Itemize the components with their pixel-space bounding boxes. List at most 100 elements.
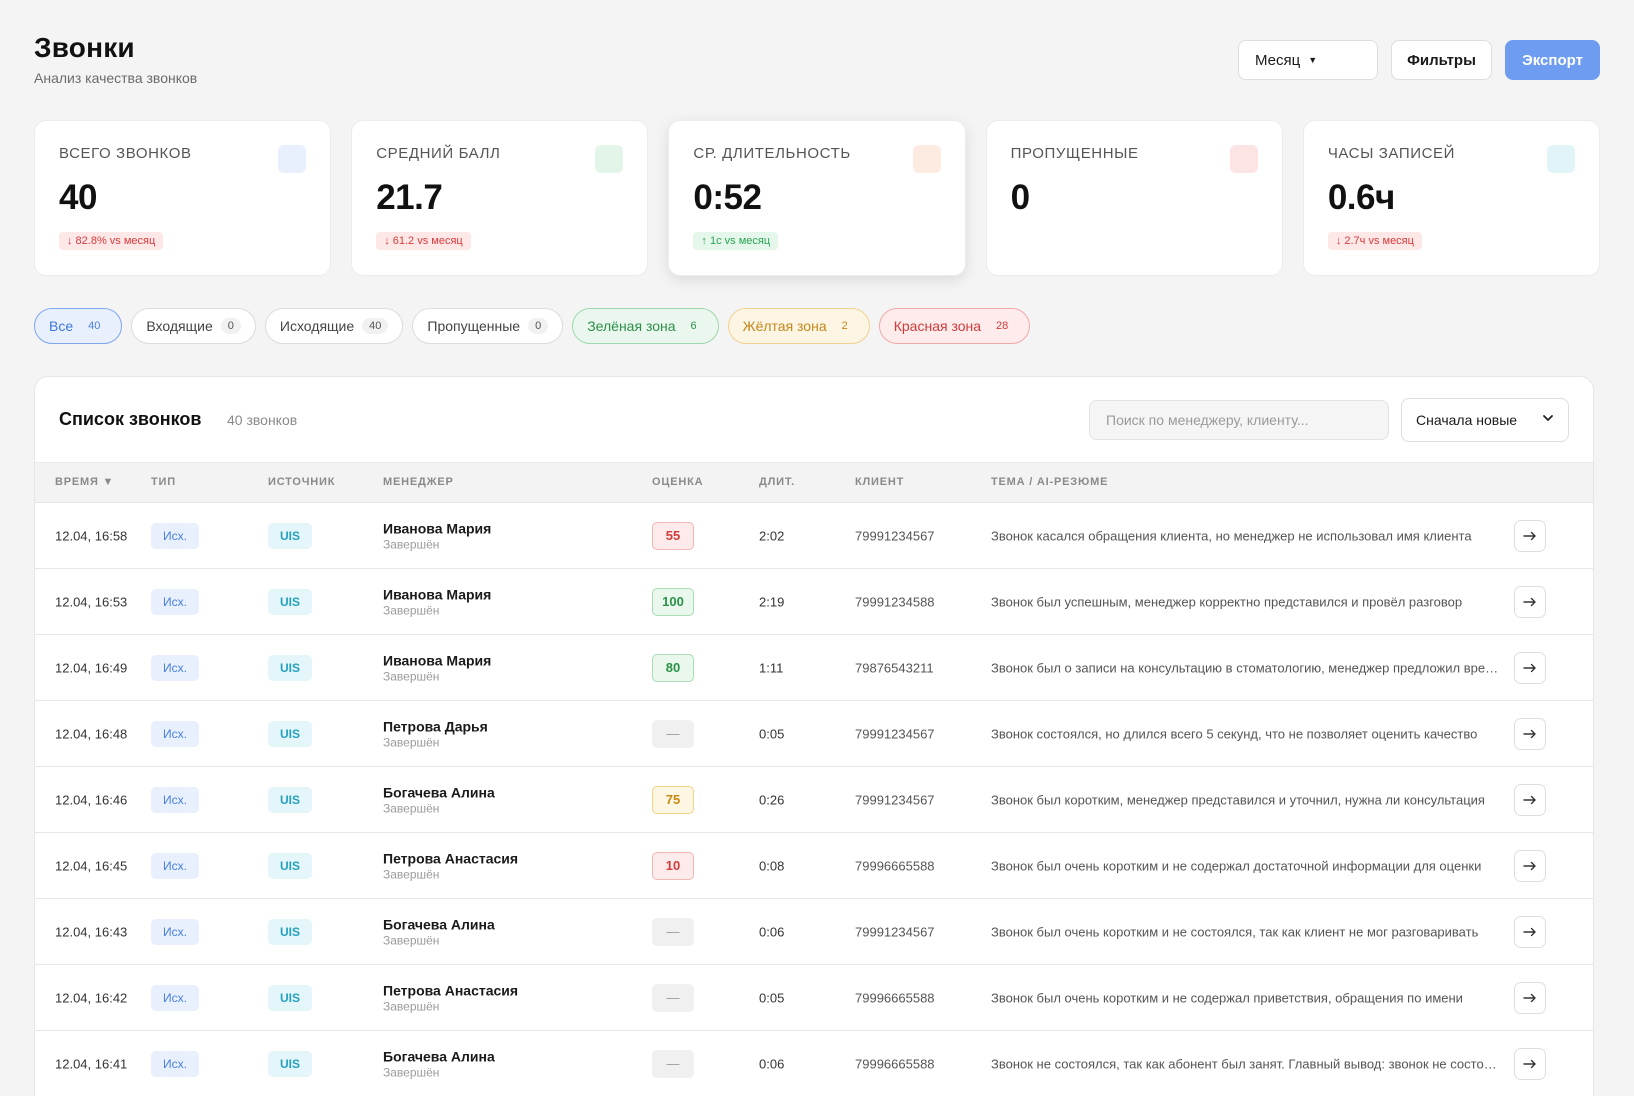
call-source-badge: UIS bbox=[268, 654, 313, 681]
client-phone: 79996665588 bbox=[855, 1056, 935, 1071]
client-phone: 79991234588 bbox=[855, 594, 935, 609]
manager-cell: Богачева Алина Завершён bbox=[383, 784, 495, 815]
call-duration: 2:02 bbox=[759, 528, 785, 543]
call-type-badge: Исх. bbox=[151, 588, 199, 615]
filter-chip[interactable]: Пропущенные 0 bbox=[412, 308, 564, 344]
ai-summary: Звонок состоялся, но длился всего 5 секу… bbox=[991, 726, 1478, 741]
score-badge: 75 bbox=[652, 785, 694, 814]
arrow-right-icon bbox=[1523, 663, 1536, 672]
manager-name: Богачева Алина bbox=[383, 916, 495, 932]
call-duration: 0:26 bbox=[759, 792, 785, 807]
filter-chip-count: 2 bbox=[841, 320, 848, 332]
open-call-button[interactable] bbox=[1514, 717, 1546, 750]
call-status: Завершён bbox=[383, 867, 440, 881]
call-status: Завершён bbox=[383, 669, 440, 683]
call-status: Завершён bbox=[383, 1065, 440, 1079]
call-type-badge: Исх. bbox=[151, 852, 199, 879]
table-row[interactable]: 12.04, 16:53 Исх. UIS Иванова Мария Завершён… bbox=[35, 569, 1593, 635]
stat-icon bbox=[1547, 145, 1576, 173]
manager-name: Иванова Мария bbox=[383, 520, 492, 536]
score-badge: 80 bbox=[652, 653, 694, 682]
table-row[interactable]: 12.04, 16:41 Исх. UIS Богачева Алина Завершё… bbox=[35, 1031, 1593, 1096]
arrow-right-icon bbox=[1523, 795, 1536, 804]
client-phone: 79991234567 bbox=[855, 924, 935, 939]
search-input[interactable] bbox=[1089, 400, 1389, 440]
open-call-button[interactable] bbox=[1514, 849, 1546, 882]
stat-card: Часы записей 0.6ч ↓ 2.7ч vs месяц bbox=[1302, 120, 1601, 276]
arrow-right-icon bbox=[1523, 1059, 1536, 1068]
table-row[interactable]: 12.04, 16:43 Исх. UIS Богачева Алина Завершё… bbox=[35, 899, 1593, 965]
manager-name: Петрова Анастасия bbox=[383, 850, 519, 866]
call-status: Завершён bbox=[383, 933, 440, 947]
call-type-badge: Исх. bbox=[151, 786, 199, 813]
manager-name: Богачева Алина bbox=[383, 1048, 495, 1064]
call-time: 12.04, 16:45 bbox=[55, 858, 128, 873]
column-header-score: Оценка bbox=[652, 476, 704, 488]
caret-down-icon: ▼ bbox=[1308, 55, 1318, 65]
arrow-right-icon bbox=[1523, 993, 1536, 1002]
open-call-button[interactable] bbox=[1514, 981, 1546, 1014]
stat-delta-badge: ↑ 1с vs месяц bbox=[693, 232, 779, 250]
column-header-source: Источник bbox=[268, 476, 336, 488]
filter-chip[interactable]: Исходящие 40 bbox=[264, 308, 404, 344]
call-source-badge: UIS bbox=[268, 984, 313, 1011]
filters-button[interactable]: Фильтры bbox=[1391, 40, 1492, 80]
table-row[interactable]: 12.04, 16:42 Исх. UIS Петрова Анастасия Заве… bbox=[35, 965, 1593, 1031]
call-time: 12.04, 16:58 bbox=[55, 528, 128, 543]
call-source-badge: UIS bbox=[268, 918, 313, 945]
open-call-button[interactable] bbox=[1514, 651, 1546, 684]
score-badge: — bbox=[652, 719, 694, 748]
filter-chip-label: Исходящие bbox=[279, 318, 355, 334]
table-row[interactable]: 12.04, 16:58 Исх. UIS Иванова Мария Завершён… bbox=[35, 503, 1593, 569]
filter-chip[interactable]: Все 40 bbox=[34, 308, 123, 344]
filter-chip[interactable]: Жёлтая зона 2 bbox=[727, 308, 870, 344]
table-row[interactable]: 12.04, 16:45 Исх. UIS Петрова Анастасия Заве… bbox=[35, 833, 1593, 899]
header-actions: Месяц ▼ Фильтры Экспорт bbox=[1238, 40, 1600, 80]
call-duration: 2:19 bbox=[759, 594, 785, 609]
open-call-button[interactable] bbox=[1514, 1047, 1546, 1080]
stat-label: Пропущенные bbox=[1010, 145, 1139, 162]
filter-chip-label: Зелёная зона bbox=[587, 318, 676, 334]
call-status: Завершён bbox=[383, 999, 440, 1013]
list-title: Список звонков bbox=[59, 409, 202, 429]
ai-summary: Звонок был очень коротким и не содержал … bbox=[991, 858, 1482, 873]
manager-cell: Богачева Алина Завершён bbox=[383, 916, 495, 947]
open-call-button[interactable] bbox=[1514, 519, 1546, 552]
ai-summary: Звонок был о записи на консультацию в ст… bbox=[991, 660, 1501, 675]
manager-cell: Петрова Анастасия Завершён bbox=[383, 850, 518, 881]
stat-icon bbox=[1229, 145, 1258, 173]
arrow-right-icon bbox=[1523, 927, 1536, 936]
call-time: 12.04, 16:43 bbox=[55, 924, 128, 939]
list-count: 40 звонков bbox=[227, 412, 298, 428]
manager-name: Петрова Анастасия bbox=[383, 982, 519, 998]
call-duration: 0:08 bbox=[759, 858, 785, 873]
table-row[interactable]: 12.04, 16:49 Исх. UIS Иванова Мария Завершён… bbox=[35, 635, 1593, 701]
table-row[interactable]: 12.04, 16:48 Исх. UIS Петрова Дарья Завершён… bbox=[35, 701, 1593, 767]
table-row[interactable]: 12.04, 16:46 Исх. UIS Богачева Алина Завершё… bbox=[35, 767, 1593, 833]
open-call-button[interactable] bbox=[1514, 585, 1546, 618]
period-select[interactable]: Месяц ▼ bbox=[1238, 40, 1378, 80]
call-duration: 1:11 bbox=[759, 660, 784, 675]
stat-delta-badge: ↓ 61.2 vs месяц bbox=[376, 232, 471, 250]
stat-icon bbox=[595, 145, 624, 173]
arrow-right-icon bbox=[1523, 597, 1536, 606]
stat-delta-badge: ↓ 82.8% vs месяц bbox=[59, 232, 164, 250]
sort-select[interactable]: Сначала новые bbox=[1401, 398, 1569, 442]
score-badge: — bbox=[652, 917, 694, 946]
score-badge: — bbox=[652, 1049, 694, 1078]
call-time: 12.04, 16:53 bbox=[55, 594, 128, 609]
page-header: Звонки Анализ качества звонков Месяц ▼ Ф… bbox=[34, 32, 1600, 92]
open-call-button[interactable] bbox=[1514, 783, 1546, 816]
ai-summary: Звонок был очень коротким и не состоялся… bbox=[991, 924, 1479, 939]
filter-chip[interactable]: Входящие 0 bbox=[131, 308, 256, 344]
manager-name: Богачева Алина bbox=[383, 784, 495, 800]
export-button[interactable]: Экспорт bbox=[1505, 40, 1600, 80]
call-status: Завершён bbox=[383, 603, 440, 617]
open-call-button[interactable] bbox=[1514, 915, 1546, 948]
call-source-badge: UIS bbox=[268, 588, 313, 615]
client-phone: 79991234567 bbox=[855, 528, 935, 543]
filter-chip[interactable]: Зелёная зона 6 bbox=[572, 308, 719, 344]
call-type-badge: Исх. bbox=[151, 654, 199, 681]
column-header-time[interactable]: Время ▼ bbox=[55, 476, 114, 488]
filter-chip[interactable]: Красная зона 28 bbox=[878, 308, 1031, 344]
